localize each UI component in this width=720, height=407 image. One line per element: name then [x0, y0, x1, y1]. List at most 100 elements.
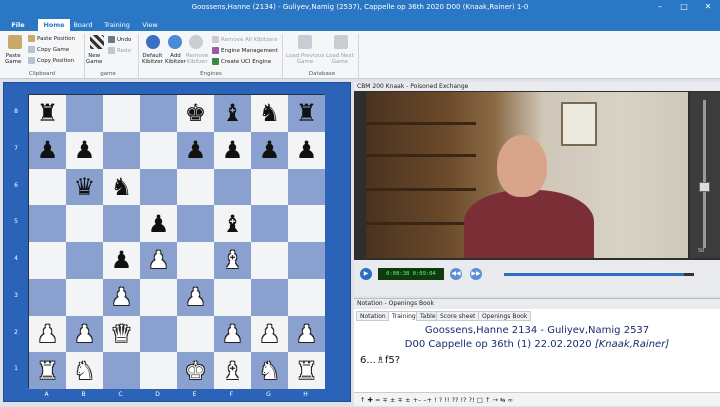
annotation-toolbar[interactable]: ↑ ✚ = ∓ ± ∓ ± +– –+ ! ? !! ?? !? ?! □ ↑ … [354, 392, 720, 406]
load-previous-game-button[interactable]: Load Previous Game [286, 53, 324, 65]
square-b5[interactable] [66, 205, 103, 242]
black-knight-icon[interactable]: ♞ [259, 101, 281, 125]
white-knight-icon[interactable]: ♞ [74, 359, 96, 383]
square-d7[interactable] [140, 131, 177, 169]
black-king-icon[interactable]: ♚ [185, 101, 207, 125]
square-c7[interactable] [103, 131, 140, 169]
square-c1[interactable] [103, 352, 140, 389]
tab-training-notation[interactable]: Training [388, 311, 420, 321]
forward-button[interactable]: ▶▶ [470, 268, 482, 280]
square-e2[interactable] [177, 315, 214, 353]
volume-slider[interactable]: 50 [690, 92, 720, 258]
square-e6[interactable] [177, 168, 214, 206]
remove-kibitzer-button[interactable]: Remove Kibitzer [186, 53, 208, 65]
seek-bar[interactable] [504, 273, 694, 276]
square-c2[interactable]: ♛ [103, 315, 140, 353]
white-pawn-icon[interactable]: ♟ [37, 322, 59, 346]
square-g1[interactable]: ♞ [251, 352, 288, 389]
square-h7[interactable]: ♟ [288, 131, 325, 169]
square-a4[interactable] [29, 242, 66, 279]
square-h8[interactable]: ♜ [288, 95, 325, 132]
new-game-button[interactable]: New Game [86, 53, 102, 65]
square-d2[interactable] [140, 315, 177, 353]
square-c4[interactable]: ♟ [103, 242, 140, 279]
square-e8[interactable]: ♚ [177, 95, 214, 132]
copy-game-button[interactable]: Copy Game [28, 46, 69, 53]
white-pawn-icon[interactable]: ♟ [185, 285, 207, 309]
tab-view[interactable]: View [140, 19, 160, 31]
square-c8[interactable] [103, 95, 140, 132]
create-uci-engine-button[interactable]: Create UCI Engine [212, 58, 271, 65]
square-b7[interactable]: ♟ [66, 131, 103, 169]
square-d1[interactable] [140, 352, 177, 389]
maximize-button[interactable]: □ [672, 0, 696, 14]
square-f5[interactable]: ♝ [214, 205, 251, 242]
square-f1[interactable]: ♝ [214, 352, 251, 389]
play-button[interactable]: ▶ [360, 268, 372, 280]
square-h6[interactable] [288, 168, 325, 206]
white-rook-icon[interactable]: ♜ [37, 359, 59, 383]
square-a7[interactable]: ♟ [29, 131, 66, 169]
load-next-game-button[interactable]: Load Next Game [326, 53, 354, 65]
black-rook-icon[interactable]: ♜ [37, 101, 59, 125]
square-g4[interactable] [251, 242, 288, 279]
square-b3[interactable] [66, 278, 103, 316]
white-pawn-icon[interactable]: ♟ [74, 322, 96, 346]
engine-management-button[interactable]: Engine Management [212, 47, 278, 54]
white-king-icon[interactable]: ♚ [185, 359, 207, 383]
black-pawn-icon[interactable]: ♟ [185, 138, 207, 162]
black-queen-icon[interactable]: ♛ [74, 175, 96, 199]
square-h5[interactable] [288, 205, 325, 242]
square-a5[interactable] [29, 205, 66, 242]
white-rook-icon[interactable]: ♜ [296, 359, 318, 383]
black-pawn-icon[interactable]: ♟ [111, 248, 133, 272]
square-a1[interactable]: ♜ [29, 352, 66, 389]
black-knight-icon[interactable]: ♞ [111, 175, 133, 199]
square-d4[interactable]: ♟ [140, 242, 177, 279]
square-e1[interactable]: ♚ [177, 352, 214, 389]
white-knight-icon[interactable]: ♞ [259, 359, 281, 383]
square-d3[interactable] [140, 278, 177, 316]
square-b8[interactable] [66, 95, 103, 132]
square-h3[interactable] [288, 278, 325, 316]
square-a6[interactable] [29, 168, 66, 206]
square-d5[interactable]: ♟ [140, 205, 177, 242]
square-f4[interactable]: ♝ [214, 242, 251, 279]
white-bishop-icon[interactable]: ♝ [222, 248, 244, 272]
tab-home[interactable]: Home [38, 19, 70, 31]
copy-position-button[interactable]: Copy Position [28, 57, 74, 64]
square-g7[interactable]: ♟ [251, 131, 288, 169]
chessboard[interactable]: ♜ ♚ ♝ ♞ ♜ ♟ ♟ ♟ ♟ ♟ ♟ ♛ ♞ ♟ ♝ ♟ ♟ ♝ ♟ ♟ ♟ ♟ ♛ ♟ ♟ ♟ ♜ ♞ ♚ ♝ ♞ ♜ [28, 94, 325, 389]
redo-button[interactable]: Redo [108, 47, 131, 54]
black-pawn-icon[interactable]: ♟ [74, 138, 96, 162]
square-b2[interactable]: ♟ [66, 315, 103, 353]
white-pawn-icon[interactable]: ♟ [296, 322, 318, 346]
square-h4[interactable] [288, 242, 325, 279]
square-e4[interactable] [177, 242, 214, 279]
square-d8[interactable] [140, 95, 177, 132]
square-a2[interactable]: ♟ [29, 315, 66, 353]
square-f3[interactable] [214, 278, 251, 316]
square-f7[interactable]: ♟ [214, 131, 251, 169]
rewind-button[interactable]: ◀◀ [450, 268, 462, 280]
black-pawn-icon[interactable]: ♟ [296, 138, 318, 162]
square-e5[interactable] [177, 205, 214, 242]
paste-position-button[interactable]: Paste Position [28, 35, 75, 42]
white-queen-icon[interactable]: ♛ [111, 322, 133, 346]
white-pawn-icon[interactable]: ♟ [148, 248, 170, 272]
black-pawn-icon[interactable]: ♟ [148, 212, 170, 236]
add-kibitzer-button[interactable]: Add Kibitzer [165, 53, 186, 65]
tab-openings-book[interactable]: Openings Book [478, 311, 532, 321]
square-c6[interactable]: ♞ [103, 168, 140, 206]
white-pawn-icon[interactable]: ♟ [222, 322, 244, 346]
square-f8[interactable]: ♝ [214, 95, 251, 132]
square-g8[interactable]: ♞ [251, 95, 288, 132]
square-a8[interactable]: ♜ [29, 95, 66, 132]
square-g2[interactable]: ♟ [251, 315, 288, 353]
black-bishop-icon[interactable]: ♝ [222, 101, 244, 125]
tab-notation[interactable]: Notation [356, 311, 390, 321]
square-f2[interactable]: ♟ [214, 315, 251, 353]
undo-button[interactable]: Undo [108, 36, 131, 43]
default-kibitzer-button[interactable]: Default Kibitzer [142, 53, 163, 65]
volume-thumb[interactable] [699, 182, 710, 192]
